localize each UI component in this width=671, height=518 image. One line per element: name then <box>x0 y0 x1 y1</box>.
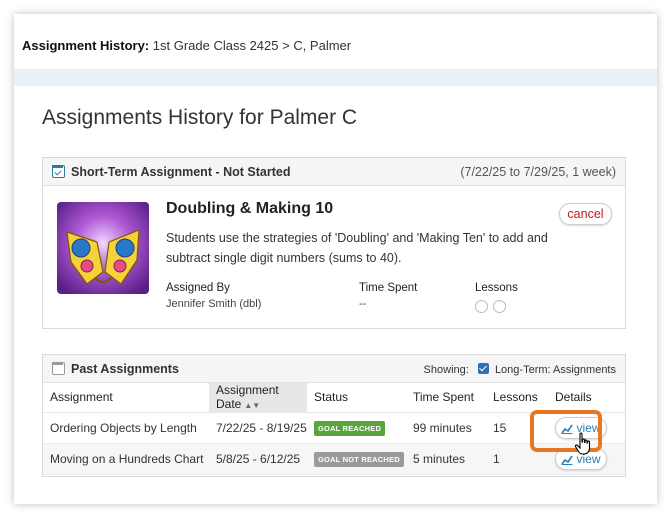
lesson-progress-dot <box>493 300 506 313</box>
assignment-name: Ordering Objects by Length <box>43 412 209 444</box>
filter-checkbox[interactable] <box>477 363 489 374</box>
cancel-button[interactable]: cancel <box>559 203 612 225</box>
status-badge: GOAL REACHED <box>314 420 386 436</box>
time-spent: 5 minutes <box>406 443 486 475</box>
assignment-name: Moving on a Hundreds Chart <box>43 443 209 475</box>
top-bar: Assignment History: 1st Grade Class 2425… <box>14 14 657 69</box>
header-label: Assignment History: <box>22 38 150 53</box>
assignment-date: 5/8/25 - 6/12/25 <box>209 443 307 475</box>
past-assignments-table: Assignment Assignment Date ▲▼ Status Time… <box>43 383 625 475</box>
time-spent: 99 minutes <box>406 412 486 444</box>
breadcrumb: 1st Grade Class 2425 > C, Palmer <box>152 38 352 53</box>
lesson-progress-dot <box>475 300 488 313</box>
status-cell: GOAL REACHED <box>307 412 406 444</box>
page-title: Assignments History for Palmer C <box>42 106 358 129</box>
content-area: Assignments History for Palmer C Short-T… <box>14 86 657 504</box>
current-assignment-header: Short-Term Assignment - Not Started (7/2… <box>43 158 625 186</box>
assigned-by-label: Assigned By <box>166 282 230 294</box>
column-header-assignment-date[interactable]: Assignment Date ▲▼ <box>209 383 307 413</box>
past-assignments-title: Past Assignments <box>71 362 179 376</box>
assigned-by-value: Jennifer Smith (dbl) <box>166 298 262 310</box>
assignment-date: 7/22/25 - 8/19/25 <box>209 412 307 444</box>
lesson-thumbnail <box>57 202 149 294</box>
status-badge: GOAL NOT REACHED <box>314 451 404 467</box>
showing-filter: Showing: Long-Term: Assignments <box>424 363 616 376</box>
showing-label: Showing: <box>423 364 469 376</box>
header-band <box>14 69 657 86</box>
lesson-title: Doubling & Making 10 <box>166 200 334 217</box>
calendar-icon <box>52 362 65 375</box>
past-assignments-header: Past Assignments Showing: Long-Term: Ass… <box>43 355 625 383</box>
calendar-check-icon <box>52 165 65 178</box>
table-row: Ordering Objects by Length 7/22/25 - 8/1… <box>43 412 625 444</box>
column-header-time-spent[interactable]: Time Spent <box>406 383 486 413</box>
column-header-lessons[interactable]: Lessons <box>486 383 548 413</box>
sort-arrows-icon[interactable]: ▲▼ <box>244 401 260 410</box>
current-assignment-panel: Short-Term Assignment - Not Started (7/2… <box>42 157 626 329</box>
time-spent-label: Time Spent <box>359 282 418 294</box>
lessons-count: 1 <box>486 443 548 475</box>
chart-line-icon <box>561 455 574 465</box>
date-range: (7/22/25 to 7/29/25, 1 week) <box>460 165 616 179</box>
current-assignment-title: Short-Term Assignment - Not Started <box>71 165 291 179</box>
column-header-assignment[interactable]: Assignment <box>43 383 209 413</box>
table-row: Moving on a Hundreds Chart 5/8/25 - 6/12… <box>43 443 625 475</box>
lesson-description: Students use the strategies of 'Doubling… <box>166 231 548 265</box>
column-header-details: Details <box>548 383 625 413</box>
status-cell: GOAL NOT REACHED <box>307 443 406 475</box>
time-spent-value: -- <box>359 298 367 310</box>
lessons-label: Lessons <box>475 282 518 294</box>
past-assignments-panel: Past Assignments Showing: Long-Term: Ass… <box>42 354 626 477</box>
hand-cursor-icon <box>574 432 591 455</box>
filter-label[interactable]: Long-Term: Assignments <box>495 364 616 376</box>
lessons-count: 15 <box>486 412 548 444</box>
chart-line-icon <box>561 424 574 434</box>
main-window: Assignment History: 1st Grade Class 2425… <box>14 14 657 504</box>
column-header-status[interactable]: Status <box>307 383 406 413</box>
